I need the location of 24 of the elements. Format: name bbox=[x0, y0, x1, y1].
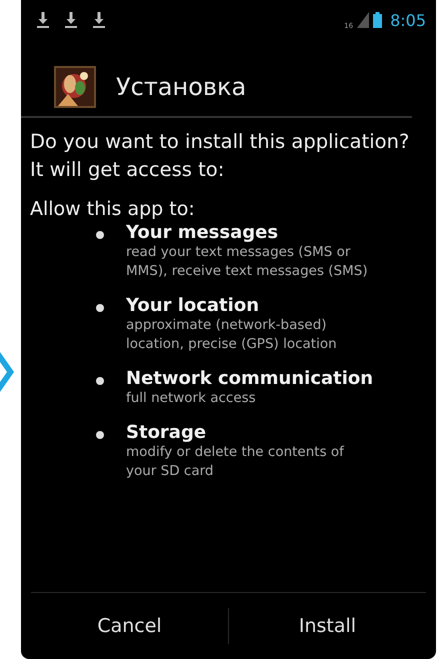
download-icon bbox=[37, 12, 49, 28]
clock-time: 8:05 bbox=[390, 10, 426, 30]
permission-title: Your messages bbox=[126, 222, 280, 243]
permission-title: Your location bbox=[126, 295, 260, 316]
cancel-button[interactable]: Cancel bbox=[31, 593, 228, 659]
battery-icon bbox=[373, 12, 382, 28]
permission-title: Network communication bbox=[126, 368, 374, 389]
permission-description: read your text messages (SMS or MMS), receive text messages (SMS) bbox=[126, 243, 369, 281]
permission-description: modify or delete the contents of your SD card bbox=[126, 443, 346, 481]
permission-title: Storage bbox=[126, 422, 208, 443]
install-prompt: Do you want to install this application? It will get access to: bbox=[30, 129, 410, 183]
download-icon bbox=[93, 12, 105, 28]
permission-description: approximate (network-based) location, precise (GPS) location bbox=[126, 316, 338, 354]
bullet-icon bbox=[96, 304, 104, 312]
install-button[interactable]: Install bbox=[229, 593, 426, 659]
permission-description: full network access bbox=[126, 389, 257, 408]
pointer-arrow-icon bbox=[0, 352, 14, 392]
bullet-icon bbox=[96, 377, 104, 385]
dialog-title: Установка bbox=[116, 73, 246, 101]
signal-icon bbox=[357, 12, 370, 28]
bullet-icon bbox=[96, 231, 104, 239]
download-icon bbox=[65, 12, 77, 28]
permissions-heading: Allow this app to: bbox=[30, 198, 196, 220]
bullet-icon bbox=[96, 431, 104, 439]
